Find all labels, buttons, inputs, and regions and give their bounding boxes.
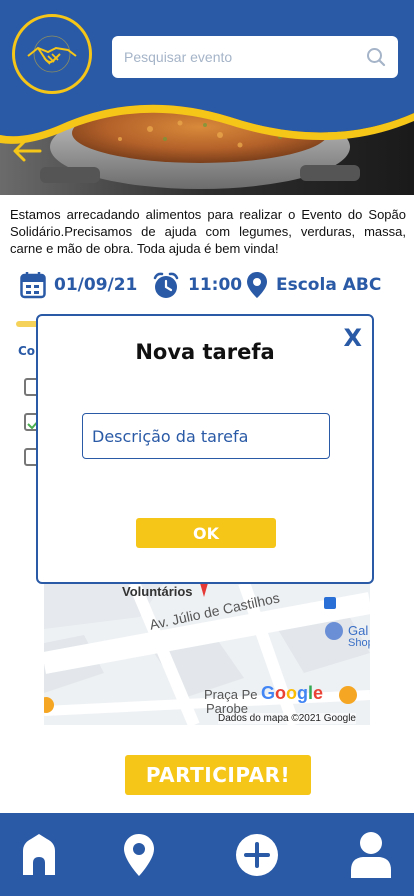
event-detail-screen: Estamos arrecadando alimentos para reali… bbox=[0, 0, 414, 896]
map-label-shop-2: Shop bbox=[348, 637, 370, 649]
event-date: 01/09/21 bbox=[20, 270, 137, 300]
location-icon bbox=[124, 833, 154, 876]
map-label-square: Praça Pe bbox=[204, 687, 258, 702]
event-time-text: 11:00 bbox=[188, 275, 243, 295]
event-location: Escola ABC bbox=[246, 270, 381, 300]
event-map[interactable]: Voluntários Av. Júlio de Castilhos Praça… bbox=[44, 583, 370, 725]
nav-add[interactable] bbox=[222, 813, 292, 896]
modal-title: Nova tarefa bbox=[135, 340, 275, 364]
nav-home[interactable] bbox=[4, 813, 74, 896]
search-bar bbox=[112, 36, 398, 78]
task-description-input[interactable] bbox=[82, 413, 330, 459]
profile-icon bbox=[351, 831, 391, 878]
event-description: Estamos arrecadando alimentos para reali… bbox=[10, 207, 406, 256]
alarm-clock-icon bbox=[153, 272, 179, 298]
nav-profile[interactable] bbox=[336, 813, 406, 896]
back-arrow-icon[interactable] bbox=[10, 136, 44, 166]
event-location-text: Escola ABC bbox=[276, 275, 382, 295]
map-label-voluntarios: Voluntários bbox=[122, 584, 193, 599]
add-icon bbox=[236, 833, 278, 876]
search-icon[interactable] bbox=[366, 47, 386, 67]
nav-location[interactable] bbox=[104, 813, 174, 896]
task-list-heading: Co bbox=[18, 344, 36, 358]
location-pin-icon bbox=[247, 272, 267, 298]
bottom-navigation bbox=[0, 813, 414, 896]
participate-button[interactable]: PARTICIPAR! bbox=[125, 755, 311, 795]
home-icon bbox=[23, 833, 55, 875]
search-input[interactable] bbox=[124, 36, 354, 78]
calendar-icon bbox=[20, 272, 46, 299]
close-button[interactable]: X bbox=[343, 324, 362, 352]
event-date-text: 01/09/21 bbox=[54, 275, 138, 295]
ok-button[interactable]: OK bbox=[136, 518, 276, 548]
handshake-icon bbox=[27, 35, 77, 73]
new-task-modal: Nova tarefa X OK bbox=[36, 314, 374, 584]
event-time: 11:00 bbox=[152, 270, 242, 300]
app-logo[interactable] bbox=[12, 14, 92, 94]
google-logo: Google bbox=[261, 683, 324, 703]
map-label-shop: Gal bbox=[348, 623, 369, 638]
map-attribution: Dados do mapa ©2021 Google bbox=[217, 713, 356, 724]
event-photo bbox=[0, 95, 414, 195]
